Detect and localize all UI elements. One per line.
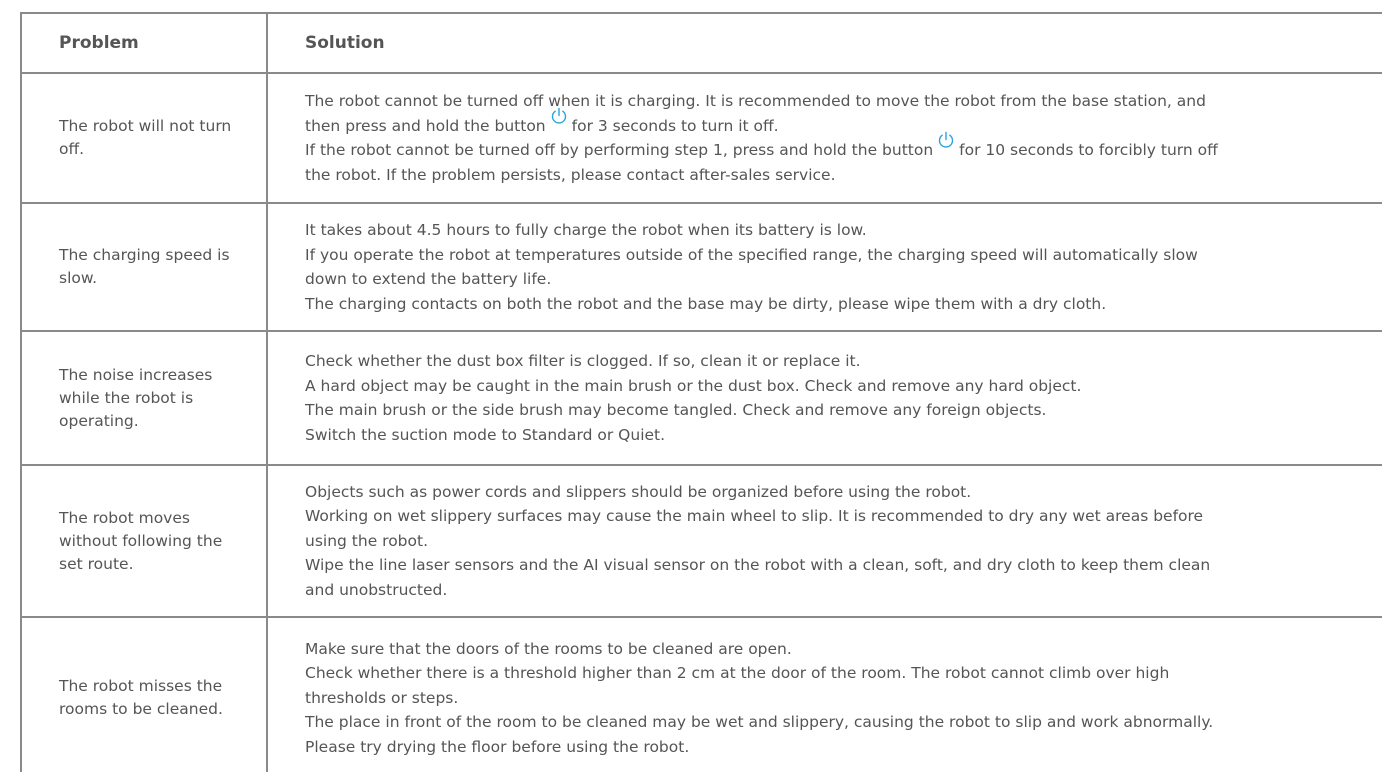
table-row: The robot moves without following the se… [20, 466, 1382, 618]
problem-column-header: Problem [20, 14, 268, 72]
solution-line: Switch the suction mode to Standard or Q… [305, 425, 666, 444]
table-row: The noise increases while the robot is o… [20, 332, 1382, 466]
solution-line: Check whether the dust box filter is clo… [305, 352, 861, 370]
solution-line: If you operate the robot at temperatures… [305, 245, 1198, 264]
power-icon [937, 131, 955, 149]
problem-cell: The noise increases while the robot is o… [20, 332, 268, 464]
table-row: The robot will not turn off. The robot c… [20, 74, 1382, 204]
problem-cell: The charging speed is slow. [20, 204, 268, 330]
solution-line: The robot cannot be turned off when it i… [305, 92, 1206, 110]
solution-line: using the robot. [305, 531, 429, 550]
problem-cell: The robot moves without following the se… [20, 466, 268, 616]
solution-line: then press and hold the button for 3 seco… [305, 107, 1366, 139]
solution-cell: The robot cannot be turned off when it i… [268, 74, 1382, 202]
solution-cell: Make sure that the doors of the rooms to… [268, 618, 1382, 772]
solution-line: Check whether there is a threshold highe… [305, 664, 1170, 683]
solution-column-header: Solution [305, 32, 385, 53]
solution-line: Please try drying the floor before using… [305, 737, 690, 756]
solution-text: If the robot cannot be turned off by per… [305, 141, 934, 159]
solution-text: for 10 seconds to forcibly turn off [959, 141, 1218, 159]
solution-line: If the robot cannot be turned off by per… [305, 131, 1366, 163]
solution-line: thresholds or steps. [305, 688, 459, 707]
solution-line: The main brush or the side brush may bec… [305, 401, 1047, 419]
solution-line: Wipe the line laser sensors and the AI v… [305, 556, 1211, 575]
solution-line: the robot. If the problem persists, plea… [305, 165, 836, 184]
solution-line: down to extend the battery life. [305, 270, 552, 288]
solution-text: for 3 seconds to turn it off. [571, 116, 779, 135]
solution-line: Working on wet slippery surfaces may cau… [305, 507, 1204, 526]
solution-text: then press and hold the button [305, 116, 546, 135]
power-icon [550, 107, 568, 125]
problem-cell: The robot misses the rooms to be cleaned… [20, 618, 268, 772]
troubleshooting-table: Problem Solution The robot will not turn… [20, 12, 1382, 772]
solution-line: A hard object may be caught in the main … [305, 376, 1082, 395]
solution-cell: Objects such as power cords and slippers… [268, 466, 1382, 616]
table-header-row: Problem Solution [20, 14, 1382, 74]
solution-line: and unobstructed. [305, 580, 448, 599]
solution-cell: Check whether the dust box filter is clo… [268, 332, 1382, 464]
table-row: The charging speed is slow. It takes abo… [20, 204, 1382, 332]
solution-cell: It takes about 4.5 hours to fully charge… [268, 204, 1382, 330]
problem-cell: The robot will not turn off. [20, 74, 268, 202]
solution-line: The charging contacts on both the robot … [305, 294, 1107, 313]
solution-line: The place in front of the room to be cle… [305, 713, 1214, 732]
table-row: The robot misses the rooms to be cleaned… [20, 618, 1382, 772]
solution-line: Make sure that the doors of the rooms to… [305, 639, 792, 658]
solution-line: Objects such as power cords and slippers… [305, 482, 972, 501]
solution-line: It takes about 4.5 hours to fully charge… [305, 221, 867, 239]
